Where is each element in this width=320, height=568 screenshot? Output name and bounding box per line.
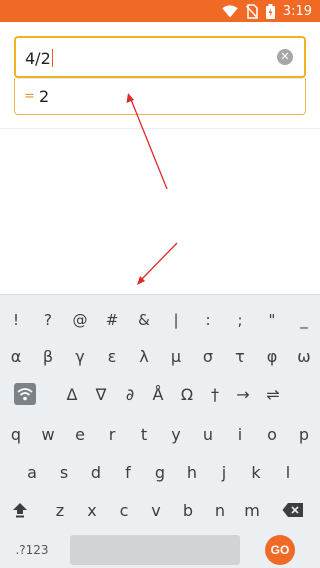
key-s[interactable]: s — [52, 457, 76, 487]
backspace-icon[interactable] — [278, 495, 308, 525]
key-w[interactable]: w — [36, 419, 60, 449]
result-value: 2 — [39, 87, 50, 106]
key-underscore[interactable]: _ — [292, 305, 316, 335]
key-epsilon[interactable]: ε — [100, 341, 124, 371]
bottom-row: .?123 GO — [0, 531, 320, 565]
mode-switch-key[interactable]: .?123 — [10, 535, 54, 565]
key-l[interactable]: l — [276, 457, 300, 487]
result-equals-sign: = — [24, 89, 35, 104]
expression-text: 4/2 — [25, 49, 53, 68]
key-exclamation[interactable]: ! — [4, 305, 28, 335]
key-y[interactable]: y — [164, 419, 188, 449]
key-b[interactable]: b — [176, 495, 200, 525]
key-angstrom[interactable]: Å — [146, 379, 170, 409]
clear-icon[interactable]: ✕ — [277, 49, 293, 65]
key-m[interactable]: m — [240, 495, 264, 525]
key-beta[interactable]: β — [36, 341, 60, 371]
battery-icon — [265, 3, 275, 19]
status-bar: 3:19 — [0, 0, 320, 22]
key-ampersand[interactable]: & — [132, 305, 156, 335]
key-gamma[interactable]: γ — [68, 341, 92, 371]
key-c[interactable]: c — [112, 495, 136, 525]
key-j[interactable]: j — [212, 457, 236, 487]
wifi-icon — [222, 4, 238, 17]
key-f[interactable]: f — [116, 457, 140, 487]
wifi-toggle-icon[interactable] — [14, 383, 36, 405]
key-delta[interactable]: Δ — [60, 379, 84, 409]
expression-value: 4/2 — [25, 49, 51, 68]
greek-row: α β γ ε λ μ σ τ φ ω — [0, 341, 320, 371]
key-v[interactable]: v — [144, 495, 168, 525]
key-lambda[interactable]: λ — [132, 341, 156, 371]
key-pipe[interactable]: | — [164, 305, 188, 335]
key-g[interactable]: g — [148, 457, 172, 487]
space-bar[interactable] — [70, 535, 240, 565]
key-colon[interactable]: : — [196, 305, 220, 335]
key-r[interactable]: r — [100, 419, 124, 449]
key-i[interactable]: i — [228, 419, 252, 449]
key-e[interactable]: e — [68, 419, 92, 449]
key-a[interactable]: a — [20, 457, 44, 487]
text-caret — [51, 49, 53, 67]
key-z[interactable]: z — [48, 495, 72, 525]
key-tau[interactable]: τ — [228, 341, 252, 371]
qwerty-row-1: q w e r t y u i o p — [0, 419, 320, 449]
key-q[interactable]: q — [4, 419, 28, 449]
key-hash[interactable]: # — [100, 305, 124, 335]
divider — [0, 128, 320, 129]
key-omega[interactable]: ω — [292, 341, 316, 371]
key-alpha[interactable]: α — [4, 341, 28, 371]
key-phi[interactable]: φ — [260, 341, 284, 371]
key-quote[interactable]: " — [260, 305, 284, 335]
key-u[interactable]: u — [196, 419, 220, 449]
symbol-row: ! ? @ # & | : ; " _ — [0, 305, 320, 335]
qwerty-row-2: a s d f g h j k l — [0, 457, 320, 487]
status-icons: 3:19 — [222, 3, 312, 19]
key-question[interactable]: ? — [36, 305, 60, 335]
math-row: Δ ∇ ∂ Å Ω † → ⇌ — [0, 379, 320, 409]
keyboard: ! ? @ # & | : ; " _ α β γ ε λ μ σ τ φ ω … — [0, 294, 320, 568]
key-semicolon[interactable]: ; — [228, 305, 252, 335]
qwerty-row-3: z x c v b n m — [0, 495, 320, 525]
no-sim-icon — [245, 3, 258, 19]
key-n[interactable]: n — [208, 495, 232, 525]
key-x[interactable]: x — [80, 495, 104, 525]
key-o[interactable]: o — [260, 419, 284, 449]
key-h[interactable]: h — [180, 457, 204, 487]
key-d[interactable]: d — [84, 457, 108, 487]
key-at[interactable]: @ — [68, 305, 92, 335]
key-equilibrium[interactable]: ⇌ — [261, 379, 285, 409]
key-mu[interactable]: μ — [164, 341, 188, 371]
key-dagger[interactable]: † — [203, 379, 227, 409]
expression-input[interactable]: 4/2 ✕ — [14, 36, 306, 78]
key-p[interactable]: p — [292, 419, 316, 449]
shift-icon[interactable] — [6, 495, 34, 525]
key-ohm[interactable]: Ω — [175, 379, 199, 409]
status-time: 3:19 — [282, 3, 312, 19]
go-button[interactable]: GO — [265, 535, 295, 565]
key-sigma[interactable]: σ — [196, 341, 220, 371]
key-arrow-right[interactable]: → — [231, 379, 255, 409]
key-k[interactable]: k — [244, 457, 268, 487]
result-panel: = 2 — [14, 78, 306, 115]
calculator-area: 4/2 ✕ = 2 — [0, 22, 320, 294]
key-t[interactable]: t — [132, 419, 156, 449]
key-partial[interactable]: ∂ — [118, 379, 142, 409]
key-nabla[interactable]: ∇ — [89, 379, 113, 409]
